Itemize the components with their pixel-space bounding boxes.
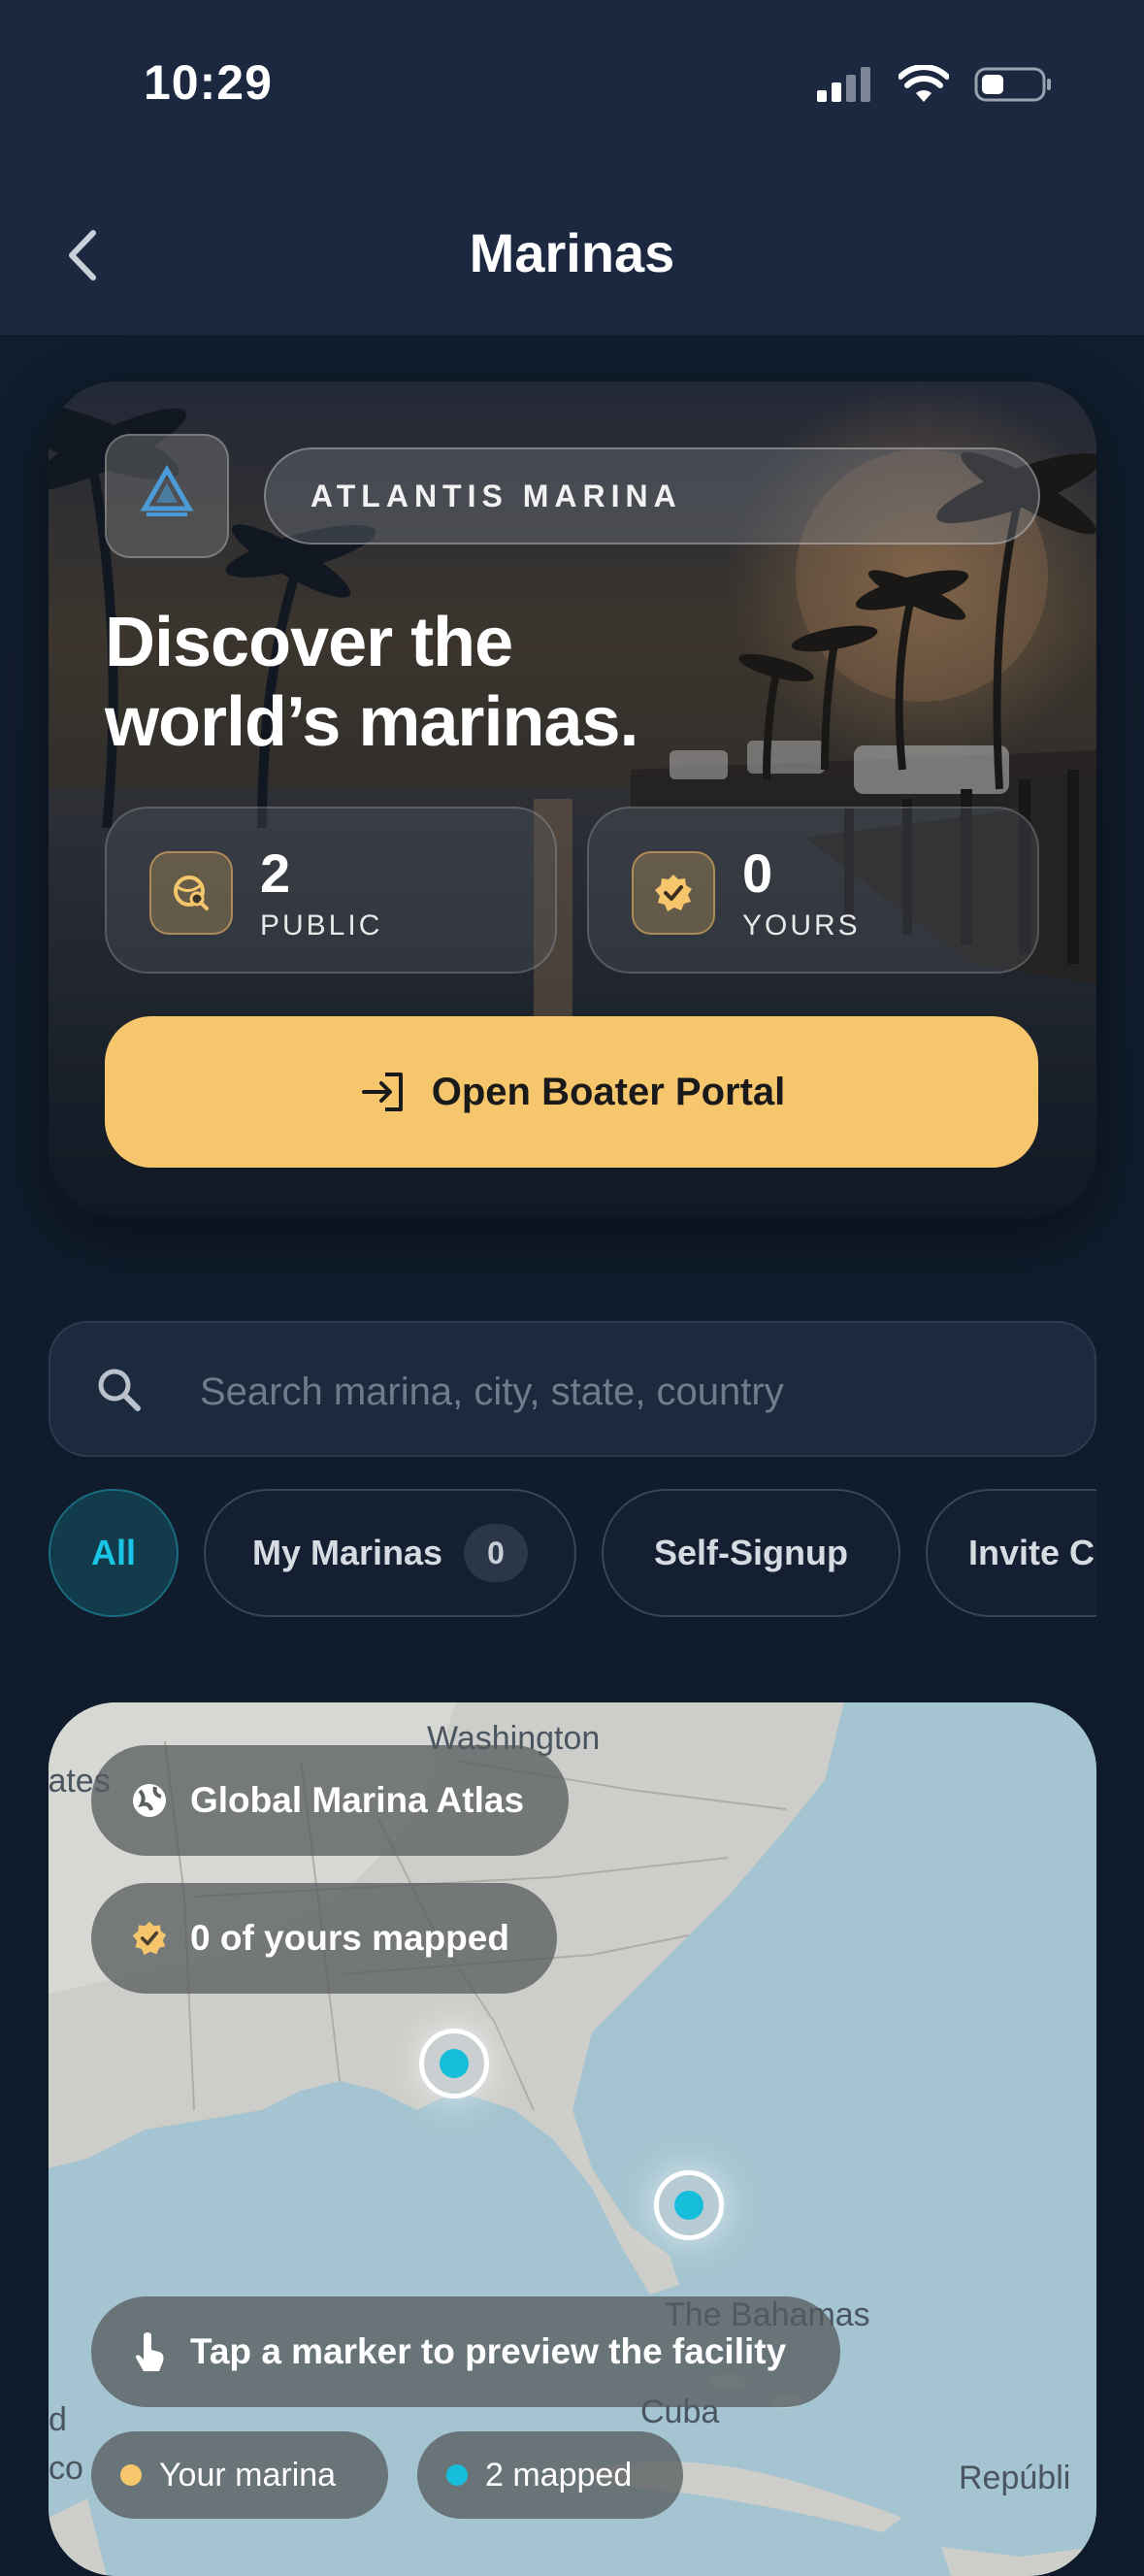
chip-self-signup-label: Self-Signup — [654, 1533, 848, 1572]
hint-pill-label: Tap a marker to preview the facility — [190, 2331, 787, 2371]
chip-invite-label: Invite C — [968, 1533, 1095, 1572]
hint-pill: Tap a marker to preview the facility — [91, 2296, 840, 2407]
hero-card: ATLANTIS MARINA Discover the world’s mar… — [49, 381, 1096, 1218]
atlas-pill: Global Marina Atlas — [91, 1745, 569, 1856]
verified-badge-icon — [632, 851, 715, 935]
open-boater-portal-button[interactable]: Open Boater Portal — [105, 1016, 1038, 1168]
search-icon — [98, 1369, 141, 1411]
headline-line-2: world’s marinas. — [105, 683, 639, 761]
chip-invite[interactable]: Invite C — [926, 1489, 1096, 1617]
legend-dot-yellow — [120, 2464, 142, 2486]
battery-icon — [974, 67, 1051, 102]
mapped-count-label: 0 of yours mapped — [190, 1918, 509, 1958]
status-time: 10:29 — [144, 55, 273, 110]
marina-marker[interactable] — [419, 2029, 489, 2098]
search-bar — [49, 1321, 1096, 1457]
verified-badge-icon — [132, 1921, 167, 1956]
page-title: Marinas — [469, 222, 675, 283]
filter-chips: All My Marinas 0 Self-Signup Invite C — [49, 1489, 1096, 1621]
stat-public: 2 PUBLIC — [105, 807, 557, 974]
globe-icon — [133, 1784, 166, 1817]
headline-line-1: Discover the — [105, 604, 513, 681]
chip-all[interactable]: All — [49, 1489, 179, 1617]
stat-yours: 0 YOURS — [587, 807, 1039, 974]
cellular-signal-icon — [817, 67, 870, 102]
marina-name-badge: ATLANTIS MARINA — [264, 447, 1040, 545]
legend-your-marina: Your marina — [91, 2431, 388, 2519]
globe-search-icon — [149, 851, 233, 935]
marina-marker[interactable] — [654, 2170, 724, 2240]
atlantis-logo-icon — [140, 464, 194, 516]
chip-self-signup[interactable]: Self-Signup — [602, 1489, 900, 1617]
wifi-icon — [899, 65, 949, 102]
map-label-left-co: co — [49, 2450, 83, 2487]
stat-yours-label: YOURS — [742, 909, 861, 941]
status-icons — [817, 60, 1052, 109]
stat-public-label: PUBLIC — [260, 909, 383, 941]
chip-my-marinas-label: My Marinas — [251, 1533, 443, 1572]
atlas-pill-label: Global Marina Atlas — [190, 1780, 525, 1820]
legend-your-marina-label: Your marina — [159, 2456, 337, 2493]
hero-headline: Discover the world’s marinas. — [105, 603, 881, 762]
marina-logo — [105, 434, 229, 558]
map-label-left-d: d — [49, 2401, 67, 2438]
login-arrow-icon — [361, 1073, 403, 1111]
mapped-count-pill: 0 of yours mapped — [91, 1883, 557, 1994]
legend-mapped-label: 2 mapped — [485, 2456, 633, 2493]
chip-all-label: All — [90, 1533, 136, 1572]
search-input[interactable] — [198, 1352, 1056, 1432]
legend-dot-teal — [446, 2464, 468, 2486]
chip-my-marinas-count: 0 — [464, 1524, 529, 1582]
open-boater-portal-label: Open Boater Portal — [431, 1070, 786, 1113]
stat-public-value: 2 — [260, 842, 291, 904]
chip-my-marinas[interactable]: My Marinas 0 — [204, 1489, 576, 1617]
map-label-republic: Repúbli — [959, 2460, 1071, 2496]
navigation-header: 10:29 Marinas — [0, 0, 1144, 335]
tap-hand-icon — [136, 2332, 164, 2371]
legend-mapped: 2 mapped — [417, 2431, 683, 2519]
stat-yours-value: 0 — [742, 842, 773, 904]
